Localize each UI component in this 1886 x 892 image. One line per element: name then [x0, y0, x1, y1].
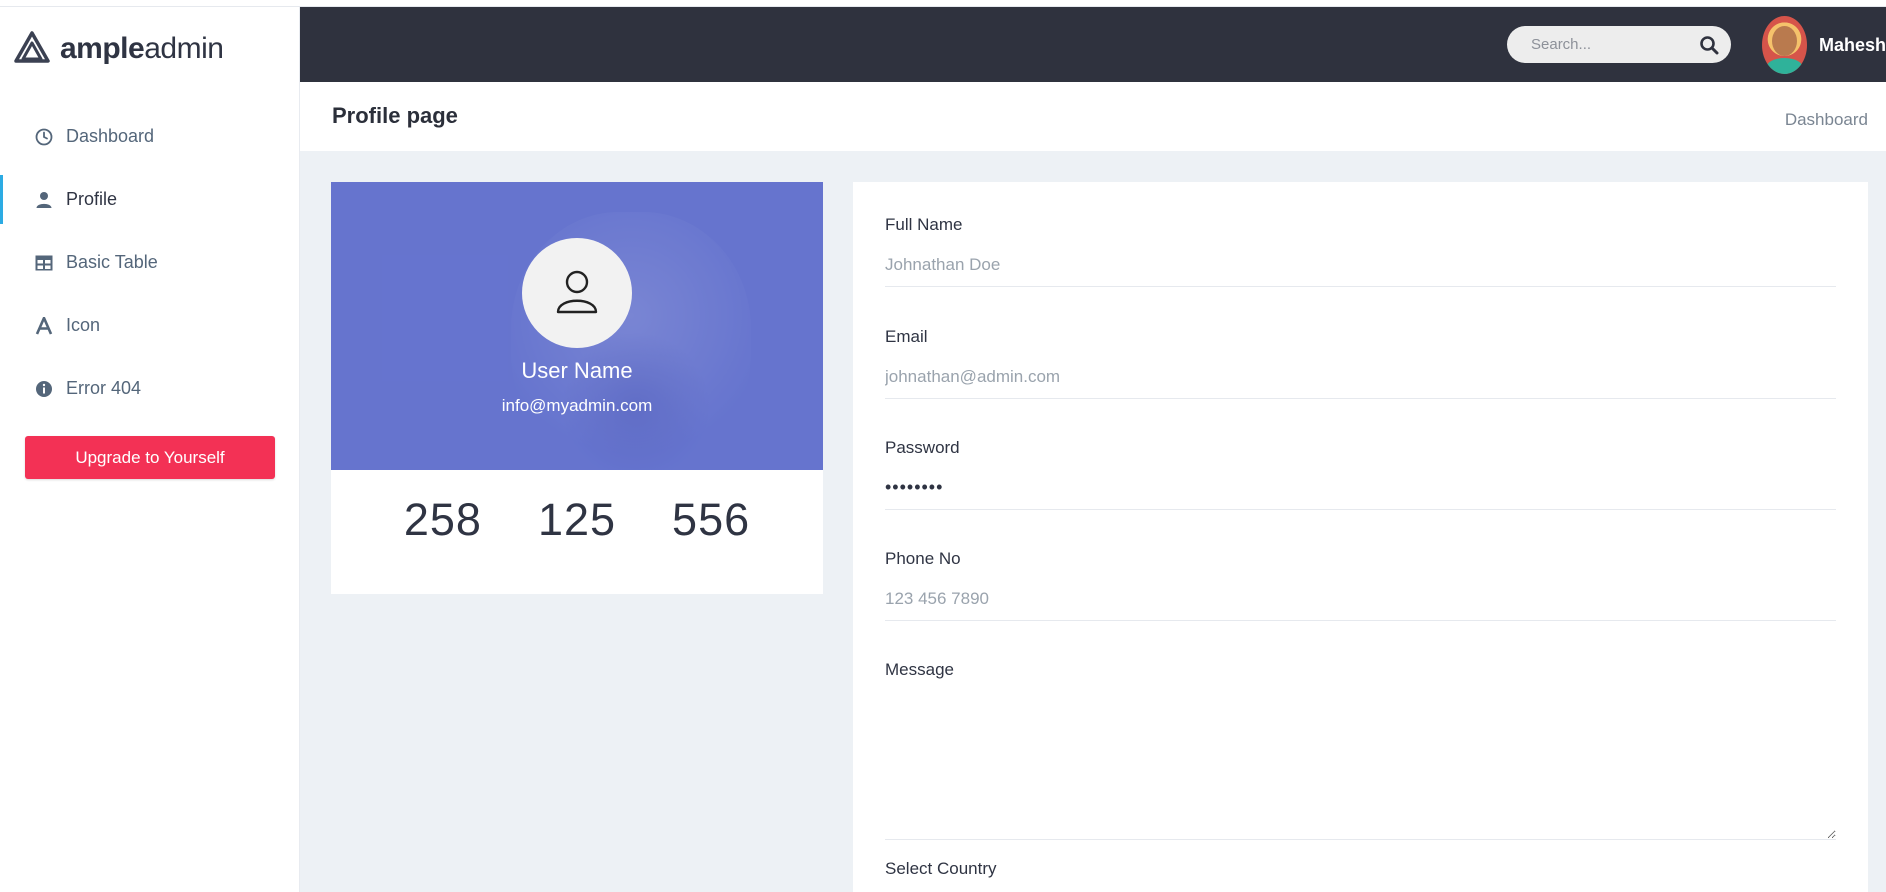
clock-icon [34, 127, 54, 147]
sidebar-item-profile[interactable]: Profile [0, 168, 300, 231]
email-field[interactable] [885, 355, 1836, 399]
message-textarea[interactable] [885, 688, 1836, 840]
sidebar: ampleadmin Dashboard Profile Basic Table… [0, 7, 300, 892]
user-menu[interactable]: Mahesh [1762, 16, 1886, 74]
profile-user-name: User Name [521, 358, 633, 383]
email-group: Email [885, 327, 1836, 399]
password-group: Password [885, 438, 1836, 510]
stat-value: 258 [403, 494, 482, 545]
message-label: Message [885, 660, 954, 679]
country-label: Select Country [885, 859, 997, 878]
page-title: Profile page [332, 103, 458, 128]
message-group: Message [885, 660, 1836, 840]
profile-card: User Name info@myadmin.com 258 125 556 [331, 182, 823, 594]
phone-label: Phone No [885, 549, 961, 568]
user-outline-icon [552, 266, 602, 321]
avatar [1762, 16, 1807, 74]
profile-user-email: info@myadmin.com [501, 396, 653, 415]
topbar: Mahesh [300, 7, 1886, 82]
profile-picture [522, 238, 632, 348]
page-title-bar: Profile page Dashboard [300, 82, 1886, 151]
sidebar-item-label: Profile [66, 189, 118, 209]
sidebar-item-label: Error 404 [66, 378, 142, 398]
full-name-field[interactable] [885, 243, 1836, 287]
full-name-group: Full Name [885, 215, 1836, 287]
table-icon [34, 253, 54, 273]
sidebar-nav: Dashboard Profile Basic Table Icon Error… [0, 105, 300, 420]
window-top-strip [0, 0, 1886, 7]
profile-form: Full Name Email Password Phone No Messag… [853, 182, 1868, 892]
logo-text: ampleadmin [60, 32, 224, 65]
email-label: Email [885, 327, 928, 346]
country-group: Select Country [885, 859, 1836, 879]
sidebar-item-dashboard[interactable]: Dashboard [0, 105, 300, 168]
user-name: Mahesh [1819, 34, 1886, 55]
upgrade-button[interactable]: Upgrade to Yourself [25, 436, 275, 479]
stat-value: 556 [672, 494, 751, 545]
phone-field[interactable] [885, 577, 1836, 621]
stat-value: 125 [537, 494, 617, 545]
sidebar-item-icon[interactable]: Icon [0, 294, 300, 357]
full-name-label: Full Name [885, 215, 963, 234]
sidebar-item-error-404[interactable]: Error 404 [0, 357, 300, 420]
phone-group: Phone No [885, 549, 1836, 621]
breadcrumb[interactable]: Dashboard [1785, 110, 1868, 130]
search-box [1507, 26, 1731, 63]
profile-stats: 258 125 556 [331, 494, 823, 546]
logo-mark-icon [14, 30, 50, 68]
user-icon [34, 190, 54, 210]
profile-cover-image: User Name info@myadmin.com [331, 182, 823, 470]
search-icon[interactable] [1699, 35, 1719, 55]
password-label: Password [885, 438, 960, 457]
sidebar-item-label: Icon [66, 315, 101, 335]
font-icon [34, 316, 54, 336]
password-field[interactable] [885, 466, 1836, 510]
search-input[interactable] [1531, 36, 1691, 53]
sidebar-item-label: Basic Table [66, 252, 158, 272]
sidebar-item-basic-table[interactable]: Basic Table [0, 231, 300, 294]
sidebar-item-label: Dashboard [66, 126, 155, 146]
info-circle-icon [34, 379, 54, 399]
brand-logo[interactable]: ampleadmin [14, 29, 224, 69]
